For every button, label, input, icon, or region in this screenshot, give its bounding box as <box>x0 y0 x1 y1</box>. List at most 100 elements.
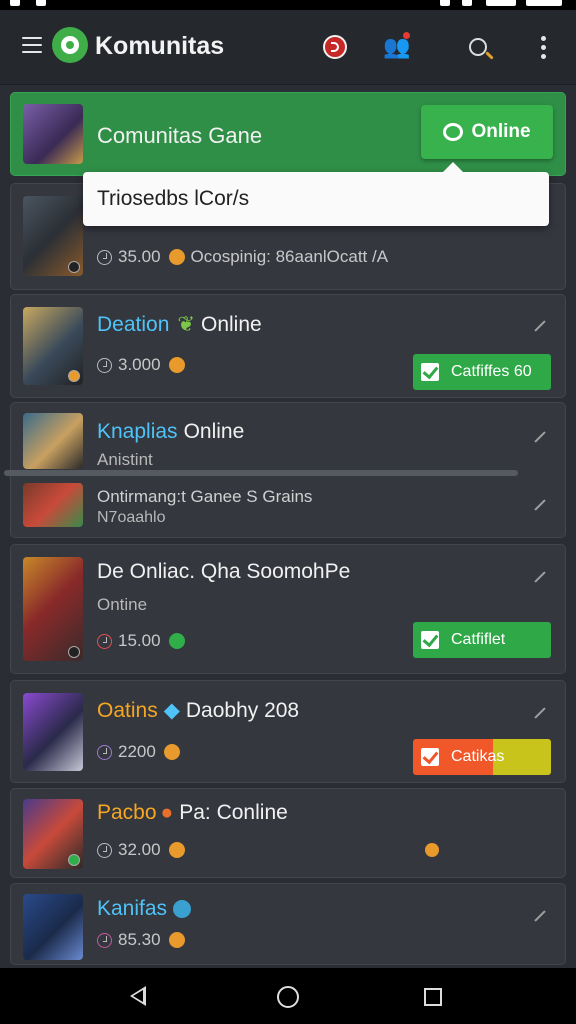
status-icon <box>36 0 46 6</box>
status-bar <box>0 0 576 10</box>
list-item[interactable]: Kanifas 85.30 <box>10 883 566 965</box>
avatar <box>23 799 83 869</box>
item-time: 3.000 <box>118 355 161 374</box>
search-icon[interactable] <box>463 32 493 62</box>
item-meta: 85.30 <box>97 930 191 950</box>
hamburger-icon[interactable] <box>22 37 42 53</box>
tooltip-text: Triosedbs lCor/s <box>97 187 250 210</box>
leaf-icon: ❦ <box>177 313 195 336</box>
coin-icon <box>163 744 180 760</box>
clock-icon <box>97 633 112 649</box>
check-icon <box>421 748 439 766</box>
avatar <box>23 894 83 960</box>
item-name: De Onliac. Qha SoomohPe <box>97 560 351 583</box>
gem-icon: ◆ <box>163 699 180 722</box>
check-icon <box>421 363 439 381</box>
item-time: 35.00 <box>118 247 161 266</box>
wifi-icon <box>440 0 450 6</box>
app-title: Komunitas <box>95 32 225 60</box>
group-icon[interactable]: 👥 <box>382 32 412 62</box>
item-name-text: Online <box>183 420 245 443</box>
online-button-label: Online <box>471 121 531 142</box>
clock-icon <box>97 249 112 265</box>
status-button[interactable]: Catikas <box>413 739 551 775</box>
coin-icon <box>168 249 185 265</box>
fire-icon <box>425 843 439 857</box>
item-subtitle: Anistint <box>97 450 153 469</box>
clock-text <box>526 0 562 6</box>
list-item[interactable]: De Onliac. Qha SoomohPe Ontine 15.00 Cat… <box>10 544 566 674</box>
system-nav-bar <box>0 968 576 1024</box>
item-meta: 35.00 Ocospinig: 86aanlOcatt /A <box>97 247 388 267</box>
item-meta: 2200 <box>97 742 186 762</box>
item-meta: 32.00 <box>97 840 191 860</box>
item-meta: 15.00 <box>97 631 191 651</box>
item-time: 32.00 <box>118 840 161 859</box>
community-title: Comunitas Gane <box>97 123 263 148</box>
list-item[interactable]: Oatins ◆ Daobhy 208 2200 Catikas <box>10 680 566 783</box>
fire-icon: ● <box>160 801 174 824</box>
item-name-highlight: Kanifas <box>97 897 168 920</box>
scroll-divider <box>4 470 518 476</box>
item-name: Pacbo ● Pa: Conline <box>97 801 288 825</box>
list-item[interactable]: Deation ❦ Online 3.000 Catfiffes 60 <box>10 294 566 398</box>
check-icon <box>421 631 439 649</box>
item-extra: Ocospinig: 86aanlOcatt /A <box>190 247 389 266</box>
item-name-highlight: Knaplias <box>97 420 178 443</box>
edit-icon[interactable] <box>534 571 546 583</box>
edit-icon[interactable] <box>534 707 546 719</box>
status-button[interactable]: Catfiflet <box>413 622 551 658</box>
coin-icon <box>168 357 185 373</box>
item-time: 85.30 <box>118 930 161 949</box>
status-button-label: Catfiflet <box>451 631 506 648</box>
battery-icon <box>486 0 516 6</box>
avatar <box>23 196 83 276</box>
item-name-text: Pa: Conline <box>179 801 288 824</box>
item-name-highlight: Oatins <box>97 699 158 722</box>
item-time: 2200 <box>118 742 156 761</box>
avatar <box>23 483 83 527</box>
clock-icon <box>97 744 112 760</box>
recents-icon[interactable] <box>424 988 442 1006</box>
edit-icon[interactable] <box>534 320 546 332</box>
avatar <box>23 557 83 661</box>
tooltip: Triosedbs lCor/s <box>83 162 549 226</box>
item-name-text: Online <box>201 313 262 336</box>
signal-icon <box>462 0 472 6</box>
status-button-label: Catfiffes 60 <box>451 363 532 380</box>
item-subtitle: Ontine <box>97 595 148 614</box>
status-button-label: Catikas <box>451 748 505 765</box>
item-name-highlight: Pacbo <box>97 801 157 824</box>
item-name: Oatins ◆ Daobhy 208 <box>97 698 299 723</box>
item-name: Ontirmang:t Ganee S Grains <box>97 487 313 506</box>
edit-icon[interactable] <box>534 431 546 443</box>
coin-icon <box>168 842 185 858</box>
online-button[interactable]: Online <box>421 105 553 159</box>
edit-icon[interactable] <box>534 910 546 922</box>
avatar <box>23 693 83 771</box>
list-item[interactable]: Pacbo ● Pa: Conline 32.00 <box>10 788 566 878</box>
badge-icon <box>173 900 192 919</box>
status-button[interactable]: Catfiffes 60 <box>413 354 551 390</box>
item-name-highlight: Deation <box>97 313 170 336</box>
clock-icon <box>97 932 112 948</box>
chat-bubble-icon <box>443 123 464 141</box>
coin-icon <box>168 633 185 649</box>
clock-icon <box>97 842 112 858</box>
more-vert-icon[interactable] <box>528 32 558 62</box>
community-header-card: Comunitas Gane Online <box>10 92 566 176</box>
status-icon <box>10 0 20 6</box>
app-logo-icon <box>52 27 88 63</box>
avatar <box>23 307 83 385</box>
item-name: Deation ❦ Online <box>97 312 262 337</box>
home-icon[interactable] <box>277 986 299 1008</box>
item-name: Kanifas <box>97 897 192 921</box>
edit-icon[interactable] <box>534 499 546 511</box>
record-icon[interactable] <box>320 32 350 62</box>
item-subtitle: N7oaahlo <box>97 509 166 526</box>
back-icon[interactable] <box>130 986 146 1006</box>
item-meta: 3.000 <box>97 355 191 375</box>
clock-icon <box>97 357 112 373</box>
avatar <box>23 104 83 164</box>
coin-icon <box>168 932 185 948</box>
